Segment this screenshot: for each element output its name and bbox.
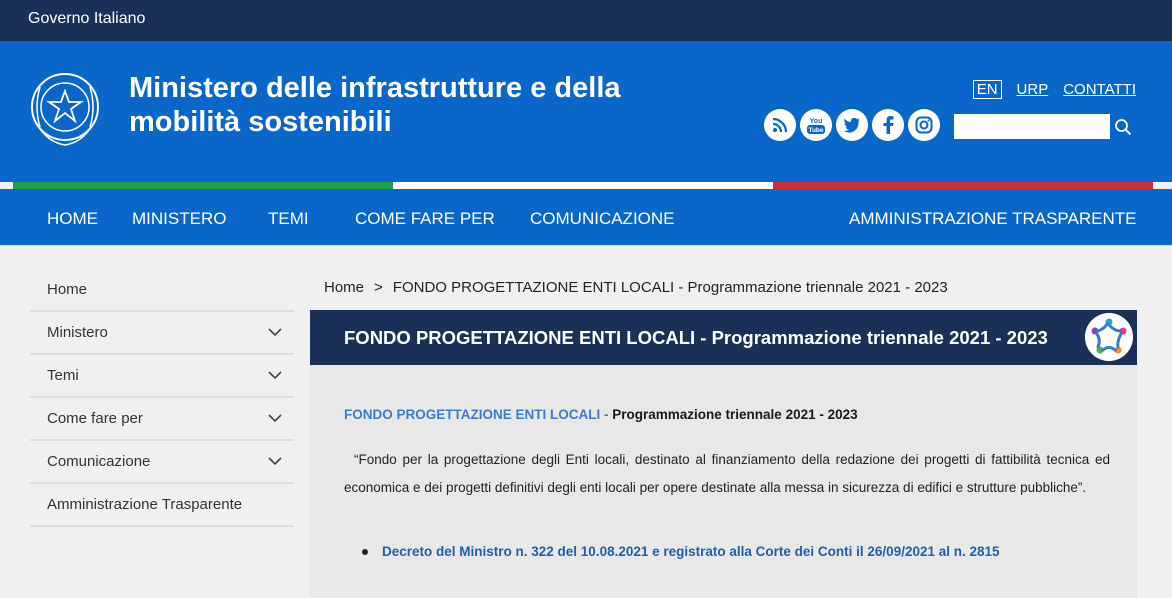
sidebar-item-label: Home [47, 280, 88, 298]
decree-link[interactable]: Decreto del Ministro n. 322 del 10.08.20… [382, 544, 1000, 559]
content-header: FONDO PROGETTAZIONE ENTI LOCALI - Progra… [310, 310, 1137, 365]
chevron-down-icon[interactable] [268, 328, 282, 337]
rss-icon [772, 117, 788, 133]
tricolor-red [773, 182, 1153, 189]
instagram-icon [915, 116, 933, 134]
search-icon [1115, 118, 1132, 135]
chevron-down-icon[interactable] [268, 371, 282, 380]
contatti-link[interactable]: CONTATTI [1063, 81, 1136, 98]
italian-tricolor-divider [13, 182, 1153, 189]
ministry-title[interactable]: Ministero delle infrastrutture e della m… [129, 71, 669, 139]
rss-button[interactable] [764, 109, 796, 141]
sidebar-item-comunicazione[interactable]: Comunicazione [30, 441, 294, 484]
language-switch-link[interactable]: EN [972, 80, 1002, 99]
sidebar-item-home[interactable]: Home [30, 268, 294, 312]
instagram-button[interactable] [908, 109, 940, 141]
sidebar-item-label: Temi [47, 367, 79, 384]
chevron-down-icon[interactable] [268, 414, 282, 423]
nav-temi[interactable]: TEMI [268, 209, 309, 229]
republic-emblem-icon[interactable] [26, 67, 104, 151]
nav-come-fare-per[interactable]: COME FARE PER [355, 209, 495, 229]
list-item: Decreto del Ministro n. 322 del 10.08.20… [362, 544, 1000, 559]
twitter-button[interactable] [836, 109, 868, 141]
nav-ministero[interactable]: MINISTERO [132, 209, 226, 229]
government-label[interactable]: Governo Italiano [28, 10, 145, 28]
subtitle-fund-name: FONDO PROGETTAZIONE ENTI LOCALI - [344, 407, 609, 422]
subtitle-programme: Programmazione triennale 2021 - 2023 [612, 407, 858, 422]
main-nav: HOME MINISTERO TEMI COME FARE PER COMUNI… [0, 189, 1172, 245]
page-title: FONDO PROGETTAZIONE ENTI LOCALI - Progra… [344, 327, 1048, 348]
search-button[interactable] [1110, 114, 1136, 139]
breadcrumb-current: FONDO PROGETTAZIONE ENTI LOCALI - Progra… [392, 279, 948, 296]
sidebar-item-amministrazione-trasparente[interactable]: Amministrazione Trasparente [30, 484, 294, 527]
content-subtitle: FONDO PROGETTAZIONE ENTI LOCALI - Progra… [344, 407, 858, 422]
network-people-logo-icon[interactable] [1085, 313, 1133, 361]
breadcrumb: Home > FONDO PROGETTAZIONE ENTI LOCALI - P… [324, 279, 948, 296]
government-topbar: Governo Italiano [0, 0, 1172, 41]
sidebar-menu: Home Ministero Temi Come fare per Comuni… [30, 268, 294, 527]
youtube-button[interactable]: You Tube [800, 109, 832, 141]
search-input[interactable] [954, 114, 1110, 139]
breadcrumb-separator: > [374, 279, 383, 296]
youtube-icon: You Tube [807, 118, 825, 134]
breadcrumb-home-link[interactable]: Home [324, 279, 364, 296]
sidebar-item-temi[interactable]: Temi [30, 355, 294, 398]
svg-text:Tube: Tube [808, 127, 823, 134]
facebook-icon [883, 116, 894, 134]
twitter-icon [843, 117, 860, 133]
tricolor-green [13, 182, 393, 189]
urp-link[interactable]: URP [1017, 81, 1049, 98]
social-links: You Tube [764, 109, 940, 141]
main-content: FONDO PROGETTAZIONE ENTI LOCALI - Progra… [310, 310, 1137, 598]
sidebar-item-label: Ministero [47, 324, 108, 341]
sidebar-item-ministero[interactable]: Ministero [30, 312, 294, 355]
header-links: EN URP CONTATTI [972, 80, 1136, 99]
svg-text:You: You [810, 118, 823, 125]
nav-amministrazione-trasparente[interactable]: AMMINISTRAZIONE TRASPARENTE [849, 209, 1136, 229]
nav-comunicazione[interactable]: COMUNICAZIONE [530, 209, 675, 229]
facebook-button[interactable] [872, 109, 904, 141]
chevron-down-icon[interactable] [268, 457, 282, 466]
sidebar-item-come-fare-per[interactable]: Come fare per [30, 398, 294, 441]
sidebar-item-label: Comunicazione [47, 453, 151, 470]
fund-description: “Fondo per la progettazione degli Enti l… [344, 452, 1110, 495]
bullet-dot [362, 548, 368, 555]
sidebar-item-label: Amministrazione Trasparente [47, 496, 243, 513]
search-box [954, 114, 1136, 139]
nav-home[interactable]: HOME [47, 209, 98, 229]
tricolor-white [393, 182, 773, 189]
site-header: Ministero delle infrastrutture e della m… [0, 41, 1172, 182]
sidebar-item-label: Come fare per [47, 410, 143, 427]
